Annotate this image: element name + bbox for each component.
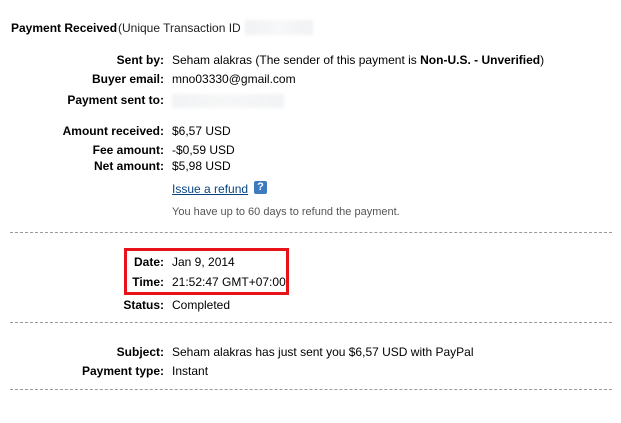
status-label: Status: [123,298,164,312]
time-label: Time: [132,275,164,289]
page-title: Payment Received [11,21,118,35]
date-label: Date: [133,255,164,269]
time-value: 21:52:47 GMT+07:00 [172,275,286,289]
payment-type-value: Instant [172,364,209,378]
status-value: Completed [172,298,231,312]
sent-by-value: Seham alakras (The sender of this paymen… [172,53,544,67]
payment-type-label: Payment type: [81,364,164,378]
divider [10,232,612,233]
sender-status: Non-U.S. - Unverified [420,53,541,67]
net-amount-value: $5,98 USD [172,159,231,173]
refund-note: You have up to 60 days to refund the pay… [172,206,400,218]
payment-sent-to-redacted [172,94,284,108]
net-amount-label: Net amount: [94,159,164,173]
amount-received-value: $6,57 USD [172,124,231,138]
divider [10,322,612,323]
subject-value: Seham alakras has just sent you $6,57 US… [172,345,474,359]
buyer-email-label: Buyer email: [91,72,164,86]
buyer-email-value: mno03330@gmail.com [172,72,296,86]
fee-amount-label: Fee amount: [92,143,164,157]
sent-by-label: Sent by: [116,53,164,67]
date-value: Jan 9, 2014 [172,255,235,269]
amount-received-label: Amount received: [62,124,164,138]
divider [10,389,612,390]
sent-by-name: Seham alakras (The sender of this paymen… [172,53,421,67]
issue-refund-link[interactable]: Issue a refund [172,182,248,196]
transaction-id-redacted [245,20,313,35]
help-icon[interactable]: ? [254,181,267,194]
fee-amount-value: -$0,59 USD [172,143,235,157]
subject-label: Subject: [116,345,164,359]
payment-sent-to-label: Payment sent to: [67,93,164,107]
sent-by-close: ) [540,53,545,67]
transaction-id-label: (Unique Transaction ID [118,21,241,35]
